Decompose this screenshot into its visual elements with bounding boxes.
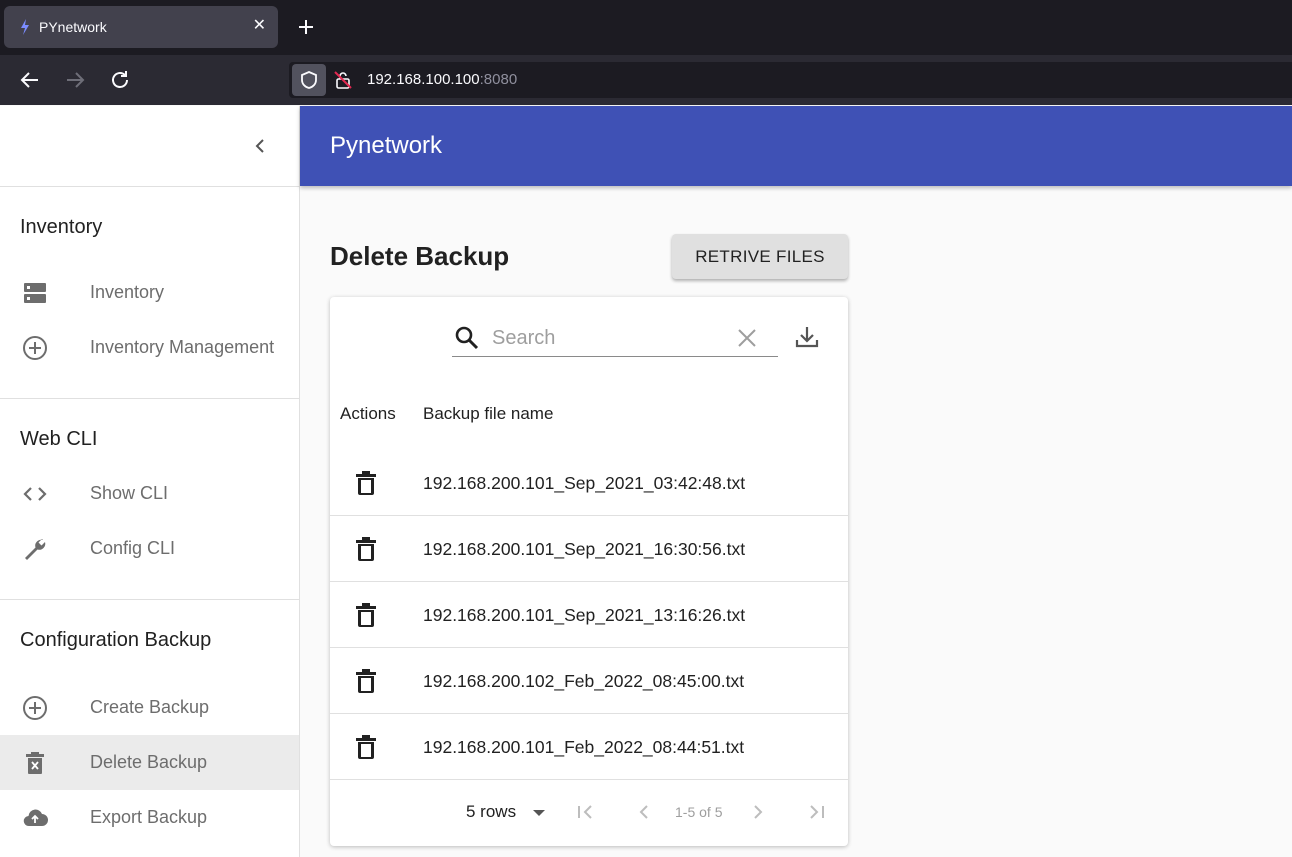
tab-title: PYnetwork [39, 19, 107, 35]
browser-navbar: 192.168.100.100:8080 [0, 55, 1292, 105]
add-circle-icon [23, 696, 47, 720]
sidebar-item-config-cli[interactable]: Config CLI [0, 521, 299, 576]
column-header-backup-file-name[interactable]: Backup file name [423, 404, 553, 424]
page-title: Delete Backup [330, 241, 510, 271]
app-title: Pynetwork [330, 132, 443, 159]
sidebar-item-label: Create Backup [90, 697, 210, 717]
table-row: 192.168.200.101_Sep_2021_03:42:48.txt [330, 450, 848, 516]
last-page-icon[interactable] [805, 800, 829, 824]
sidebar-item-delete-backup[interactable]: Delete Backup [0, 735, 299, 790]
clear-icon[interactable] [736, 327, 758, 349]
search-icon [455, 326, 479, 350]
sidebar-item-label: Export Backup [90, 807, 208, 827]
backup-file-name: 192.168.200.101_Feb_2022_08:44:51.txt [423, 737, 745, 757]
backup-file-name: 192.168.200.101_Sep_2021_03:42:48.txt [423, 473, 746, 493]
next-page-icon[interactable] [746, 800, 770, 824]
add-circle-icon [23, 336, 47, 360]
reload-icon[interactable] [108, 68, 132, 92]
sidebar-item-label: Inventory Management [90, 337, 275, 357]
new-tab-icon[interactable] [294, 14, 318, 40]
backup-table: Actions Backup file name 192.168.200.101… [330, 297, 848, 846]
sidebar-section-configuration-backup: Configuration Backup Create Backup Delet… [0, 600, 299, 845]
url-host: 192.168.100.100 [367, 71, 480, 88]
table-row: 192.168.200.102_Feb_2022_08:45:00.txt [330, 648, 848, 714]
sidebar-item-label: Config CLI [90, 538, 176, 558]
backup-file-name: 192.168.200.101_Sep_2021_13:16:26.txt [423, 605, 746, 625]
chevron-left-icon[interactable] [248, 134, 272, 158]
cloud-upload-icon [23, 809, 48, 827]
delete-icon[interactable] [355, 470, 377, 496]
browser-tab-strip: PYnetwork ✕ [0, 0, 1292, 55]
server-icon [24, 283, 46, 303]
column-header-actions[interactable]: Actions [340, 404, 396, 424]
delete-icon[interactable] [355, 536, 377, 562]
tab-close-icon[interactable]: ✕ [253, 17, 266, 35]
table-row: 192.168.200.101_Sep_2021_13:16:26.txt [330, 582, 848, 648]
wrench-icon [25, 539, 46, 560]
favicon-icon [21, 19, 29, 35]
sidebar-section-web-cli: Web CLI Show CLI Config CLI [0, 399, 299, 600]
code-icon [23, 487, 47, 501]
sidebar-item-create-backup[interactable]: Create Backup [0, 680, 299, 735]
delete-icon[interactable] [355, 668, 377, 694]
delete-icon[interactable] [355, 602, 377, 628]
sidebar-item-show-cli[interactable]: Show CLI [0, 466, 299, 521]
delete-forever-icon [26, 752, 44, 774]
previous-page-icon[interactable] [632, 800, 656, 824]
sidebar-header [0, 106, 299, 187]
sidebar-item-label: Show CLI [90, 483, 169, 503]
section-title: Inventory [20, 216, 103, 238]
page-range: 1-5 of 5 [675, 804, 723, 820]
first-page-icon[interactable] [573, 800, 597, 824]
sidebar-item-label: Delete Backup [90, 752, 208, 772]
retrieve-files-button[interactable]: RETRIVE FILES [672, 234, 848, 279]
shield-icon[interactable] [292, 64, 326, 96]
table-row: 192.168.200.101_Sep_2021_16:30:56.txt [330, 516, 848, 582]
delete-icon[interactable] [355, 734, 377, 760]
sidebar-item-inventory-management[interactable]: Inventory Management [0, 320, 299, 375]
sidebar-section-inventory: Inventory Inventory Inventory Management [0, 187, 299, 399]
search-input[interactable] [492, 323, 732, 353]
browser-tab[interactable]: PYnetwork ✕ [4, 6, 278, 48]
url-text[interactable]: 192.168.100.100:8080 [367, 71, 517, 88]
sidebar-item-inventory[interactable]: Inventory [0, 265, 299, 320]
section-title: Configuration Backup [20, 629, 212, 651]
sidebar-item-export-backup[interactable]: Export Backup [0, 790, 299, 845]
backup-file-name: 192.168.200.101_Sep_2021_16:30:56.txt [423, 539, 746, 559]
table-row: 192.168.200.101_Feb_2022_08:44:51.txt [330, 714, 848, 780]
search-field [452, 319, 778, 357]
back-icon[interactable] [18, 68, 42, 92]
download-icon[interactable] [794, 324, 820, 350]
forward-icon[interactable] [63, 68, 87, 92]
pagination: 5 rows 1-5 of 5 [330, 780, 848, 846]
rows-per-page-select[interactable]: 5 rows [466, 802, 516, 822]
backup-file-name: 192.168.200.102_Feb_2022_08:45:00.txt [423, 671, 745, 691]
url-port: :8080 [479, 71, 518, 88]
sidebar-item-label: Inventory [90, 282, 165, 302]
section-title: Web CLI [20, 428, 98, 450]
sidebar: Inventory Inventory Inventory Management… [0, 106, 300, 857]
url-bar[interactable]: 192.168.100.100:8080 [289, 62, 1292, 98]
app-header: Pynetwork [300, 106, 1292, 186]
dropdown-arrow-icon[interactable] [533, 810, 545, 816]
insecure-lock-icon[interactable] [333, 70, 353, 90]
